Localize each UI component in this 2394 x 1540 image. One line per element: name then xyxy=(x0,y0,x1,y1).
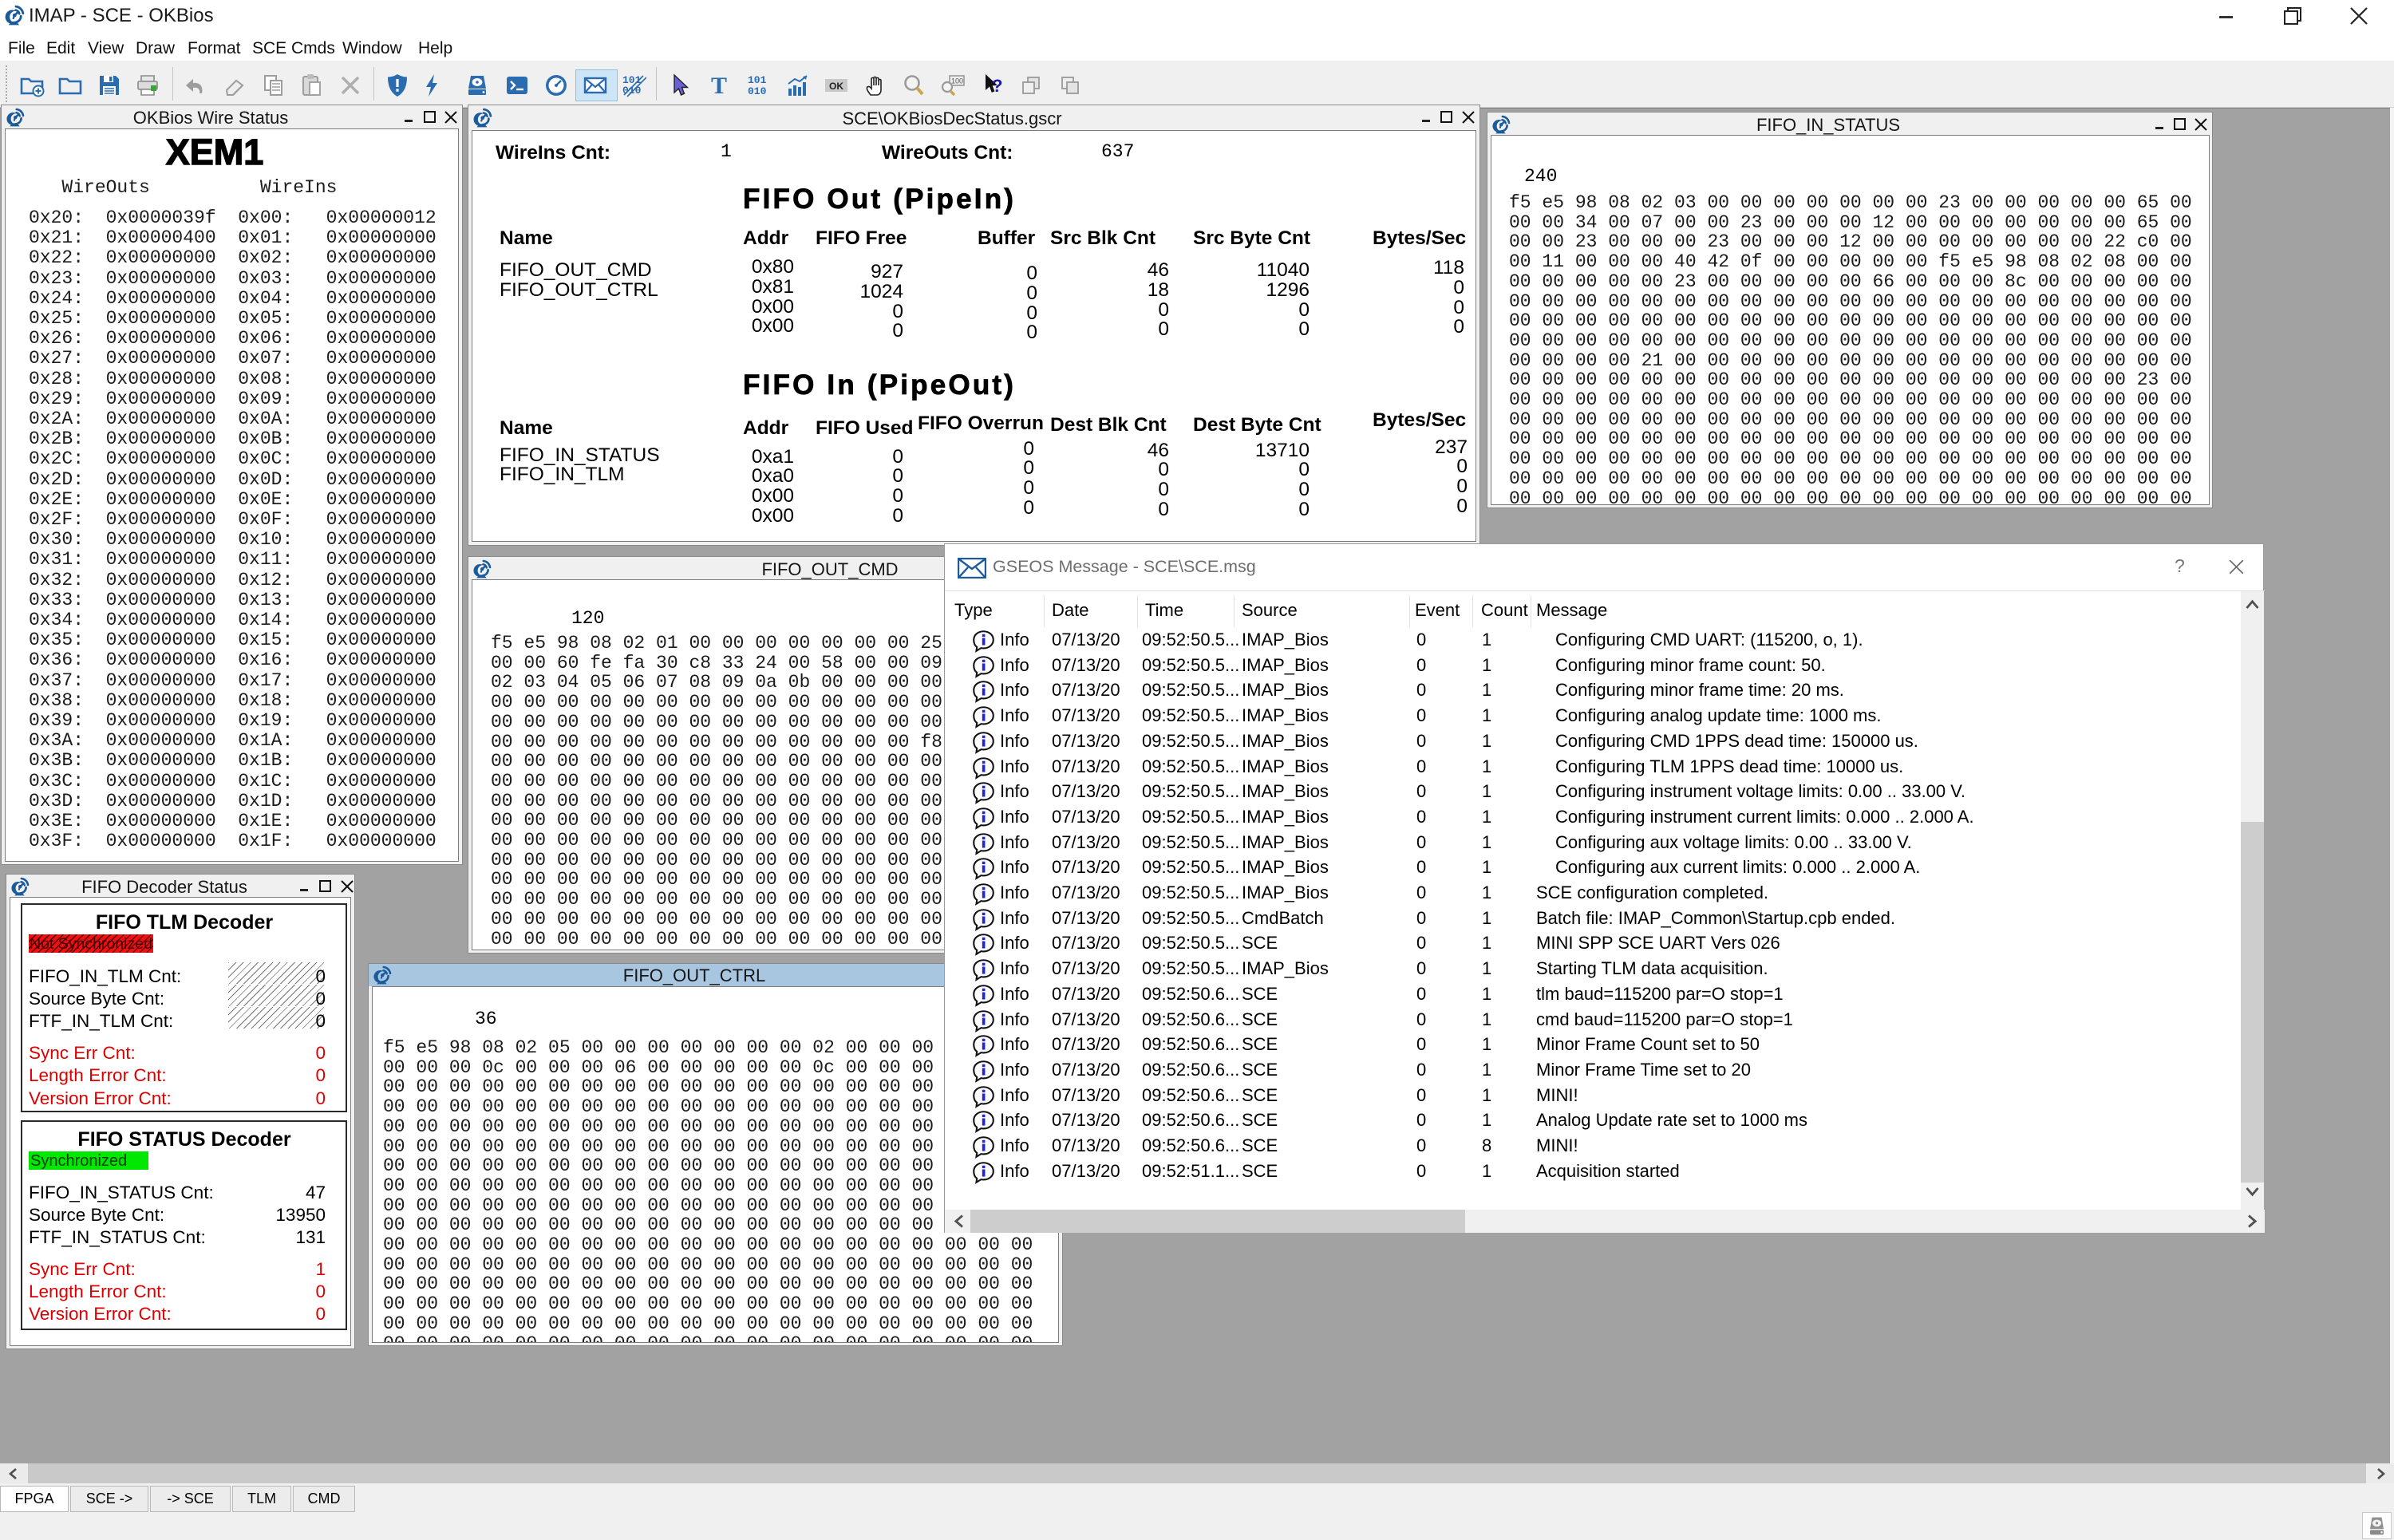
svg-text:100: 100 xyxy=(951,77,963,85)
svg-text:?: ? xyxy=(992,76,1002,96)
svg-text:010: 010 xyxy=(748,85,767,97)
svg-text:101: 101 xyxy=(748,74,767,86)
svg-text:T: T xyxy=(711,73,727,98)
svg-text:OK: OK xyxy=(829,81,843,92)
